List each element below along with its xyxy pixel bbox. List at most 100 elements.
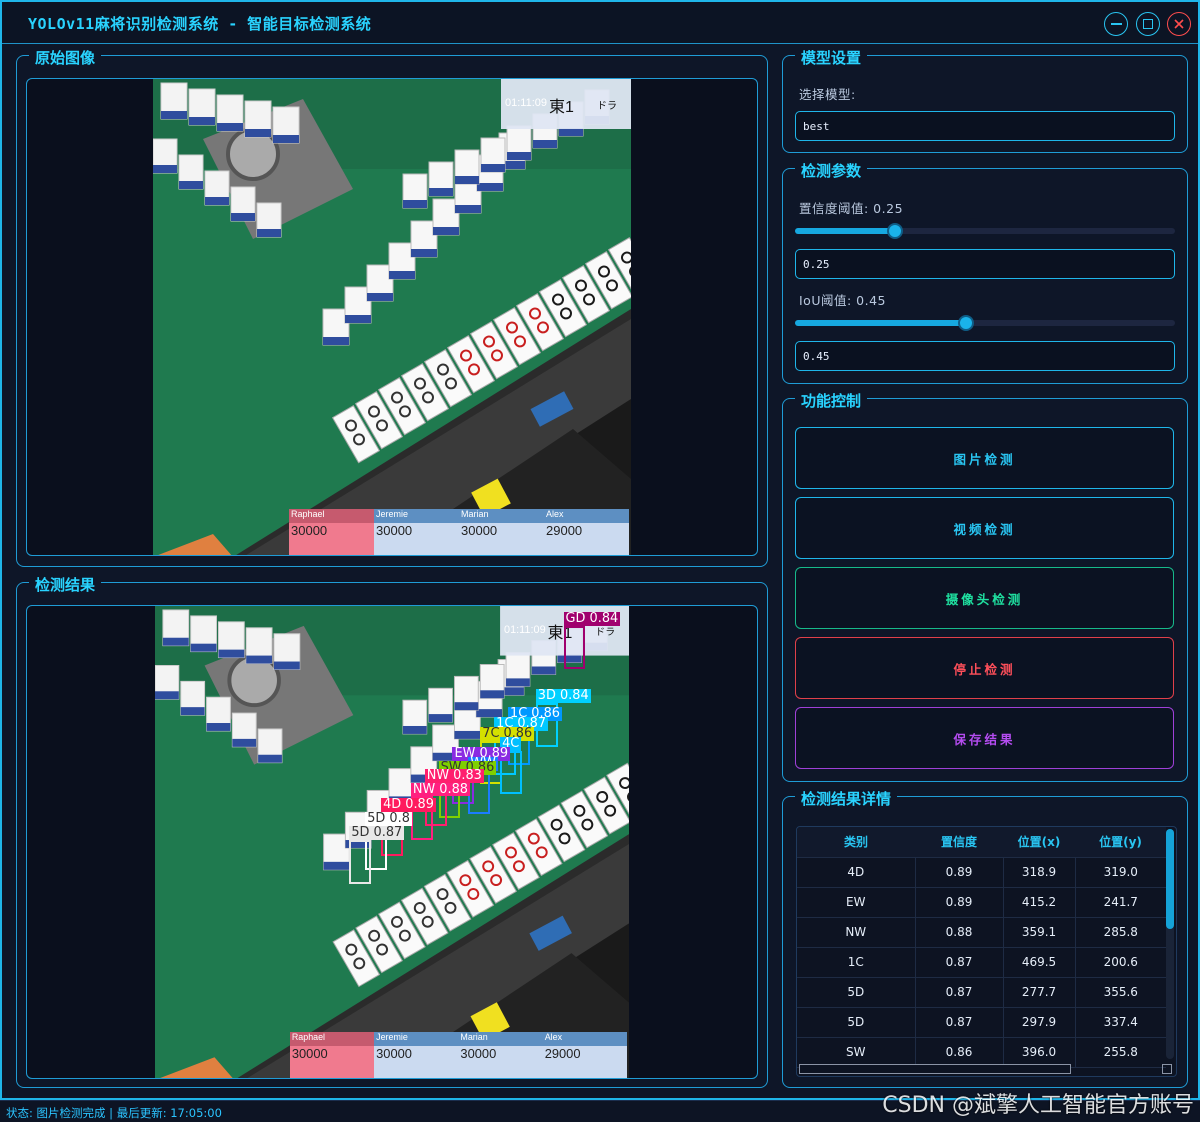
window-title: YOLOv11麻将识别检测系统 - 智能目标检测系统 [28, 15, 372, 33]
player-name: Jeremie [374, 1032, 459, 1047]
close-button[interactable] [1167, 12, 1191, 36]
overlay-dora: ドラ [597, 101, 617, 112]
detection-label: 5D 0.87 [349, 825, 405, 841]
overlay-dora: ドラ [595, 626, 616, 638]
table-cell: 337.4 [1075, 1007, 1166, 1038]
overlay-time: 01:11:09 [505, 97, 548, 109]
table-cell: 319.0 [1075, 857, 1166, 888]
overlay-round: 東1 [549, 99, 574, 116]
select-model-label: 选择模型: [799, 87, 856, 102]
table-cell: SW [797, 1037, 916, 1068]
detection-box [563, 625, 586, 670]
function-control-panel: 功能控制 图片检测 视频检测 摄像头检测 停止检测 保存结果 [782, 390, 1188, 782]
table-cell: 0.87 [915, 1007, 1004, 1038]
detection-result-image: 01:11:09 東1 ドラ Raphael 30000 Jeremie 30000 Mari… [155, 606, 629, 1078]
table-cell: 355.6 [1075, 977, 1166, 1008]
player-score: 30000 [374, 1046, 459, 1078]
scoreboard: Raphael 30000 Jeremie 30000 Marian 30000 Alex 2… [289, 1032, 627, 1078]
horizontal-scrollbar[interactable] [799, 1064, 1071, 1074]
table-row[interactable]: 5D 0.87 277.7 355.6 [797, 977, 1166, 1008]
player-name: Raphael [289, 1032, 375, 1047]
detection-label: NW 0.88 [410, 781, 470, 797]
function-control-title: 功能控制 [795, 390, 868, 411]
table-cell: 5D [797, 1007, 916, 1038]
confidence-slider-handle[interactable] [887, 223, 903, 239]
scroll-corner [1162, 1064, 1172, 1074]
maximize-button[interactable] [1136, 12, 1160, 36]
save-result-button[interactable]: 保存结果 [795, 707, 1174, 769]
scoreboard-player: Raphael 30000 [289, 509, 374, 555]
detection-result-frame: 01:11:09 東1 ドラ Raphael 30000 Jeremie 30000 Mari… [26, 605, 758, 1079]
player-score: 30000 [289, 523, 374, 555]
overlay-time: 01:11:09 [504, 623, 546, 636]
table-row[interactable]: NW 0.88 359.1 285.8 [797, 917, 1166, 948]
vertical-scrollbar-thumb[interactable] [1166, 829, 1174, 929]
table-cell: 241.7 [1075, 887, 1166, 918]
detection-params-panel: 检测参数 置信度阈值: 0.25 0.25 IoU阈值: 0.45 0.45 [782, 160, 1188, 384]
table-header-cell[interactable]: 位置(x) [1003, 827, 1075, 858]
table-row[interactable]: 1C 0.87 469.5 200.6 [797, 947, 1166, 978]
table-row[interactable]: 5D 0.87 297.9 337.4 [797, 1007, 1166, 1038]
model-select[interactable]: best [795, 111, 1175, 141]
video-detect-button[interactable]: 视频检测 [795, 497, 1174, 559]
vertical-scrollbar[interactable] [1166, 829, 1174, 1059]
table-row[interactable]: EW 0.89 415.2 241.7 [797, 887, 1166, 918]
table-cell: 415.2 [1003, 887, 1076, 918]
iou-slider[interactable] [795, 315, 1175, 331]
scoreboard-player: Marian 30000 [459, 509, 544, 555]
maximize-icon [1143, 19, 1153, 29]
table-row[interactable]: SW 0.86 396.0 255.8 [797, 1037, 1166, 1068]
image-detect-button[interactable]: 图片检测 [795, 427, 1174, 489]
title-bar: YOLOv11麻将识别检测系统 - 智能目标检测系统 [2, 2, 1198, 44]
scoreboard-player: Jeremie 30000 [374, 509, 459, 555]
table-cell: 0.89 [915, 887, 1004, 918]
watermark: CSDN @斌擎人工智能官方账号 [882, 1093, 1194, 1118]
scoreboard-player: Alex 29000 [544, 509, 629, 555]
table-cell: NW [797, 917, 916, 948]
player-name: Raphael [289, 509, 374, 523]
model-settings-title: 模型设置 [795, 47, 868, 68]
table-cell: 469.5 [1003, 947, 1076, 978]
player-score: 30000 [374, 523, 459, 555]
player-score: 30000 [459, 523, 544, 555]
table-cell: 297.9 [1003, 1007, 1076, 1038]
detection-result-panel: 检测结果 01:11:09 東1 ドラ Raphael 30000 Jeremie 3000… [16, 574, 768, 1088]
iou-input[interactable]: 0.45 [795, 341, 1175, 371]
iou-slider-fill [795, 320, 966, 326]
table-cell: 0.88 [915, 917, 1004, 948]
detection-label: 3D 0.84 [535, 688, 591, 704]
scoreboard: Raphael 30000 Jeremie 30000 Marian 30000 Alex 2… [289, 509, 629, 555]
mahjong-table-illustration [153, 79, 631, 555]
scoreboard-player: Jeremie 30000 [374, 1032, 459, 1078]
iou-label: IoU阈值: 0.45 [799, 293, 887, 308]
player-score: 30000 [289, 1046, 375, 1078]
player-score: 30000 [458, 1046, 543, 1078]
player-score: 29000 [544, 523, 629, 555]
model-settings-panel: 模型设置 选择模型: best [782, 47, 1188, 153]
table-cell: 200.6 [1075, 947, 1166, 978]
iou-slider-handle[interactable] [958, 315, 974, 331]
camera-detect-button[interactable]: 摄像头检测 [795, 567, 1174, 629]
table-cell: 359.1 [1003, 917, 1076, 948]
detection-label: GD 0.84 [563, 610, 621, 626]
stop-detect-button[interactable]: 停止检测 [795, 637, 1174, 699]
results-table-container: 类别 置信度 位置(x) 位置(y) 4D 0.89 318.9 319.0 EW 0.89 41… [796, 826, 1177, 1077]
detection-result-title: 检测结果 [29, 574, 102, 595]
confidence-input[interactable]: 0.25 [795, 249, 1175, 279]
table-row[interactable]: 4D 0.89 318.9 319.0 [797, 857, 1166, 888]
confidence-slider-fill [795, 228, 895, 234]
table-header-cell[interactable]: 置信度 [915, 827, 1003, 858]
player-name: Alex [542, 1032, 627, 1047]
scoreboard-player: Alex 29000 [542, 1032, 627, 1078]
table-cell: 396.0 [1003, 1037, 1076, 1068]
detection-details-title: 检测结果详情 [795, 788, 898, 809]
detection-params-title: 检测参数 [795, 160, 868, 181]
detection-details-panel: 检测结果详情 类别 置信度 位置(x) 位置(y) 4D 0.89 318.9 319.0 E… [782, 788, 1188, 1088]
table-header-cell[interactable]: 位置(y) [1075, 827, 1166, 858]
confidence-slider[interactable] [795, 223, 1175, 239]
player-name: Marian [459, 509, 544, 523]
results-table: 类别 置信度 位置(x) 位置(y) 4D 0.89 318.9 319.0 EW 0.89 41… [797, 827, 1166, 1068]
minimize-button[interactable] [1104, 12, 1128, 36]
original-image: 01:11:09 東1 ドラ Raphael 30000 Jeremie 30000 Mari… [153, 79, 631, 555]
table-header-cell[interactable]: 类别 [797, 827, 915, 858]
